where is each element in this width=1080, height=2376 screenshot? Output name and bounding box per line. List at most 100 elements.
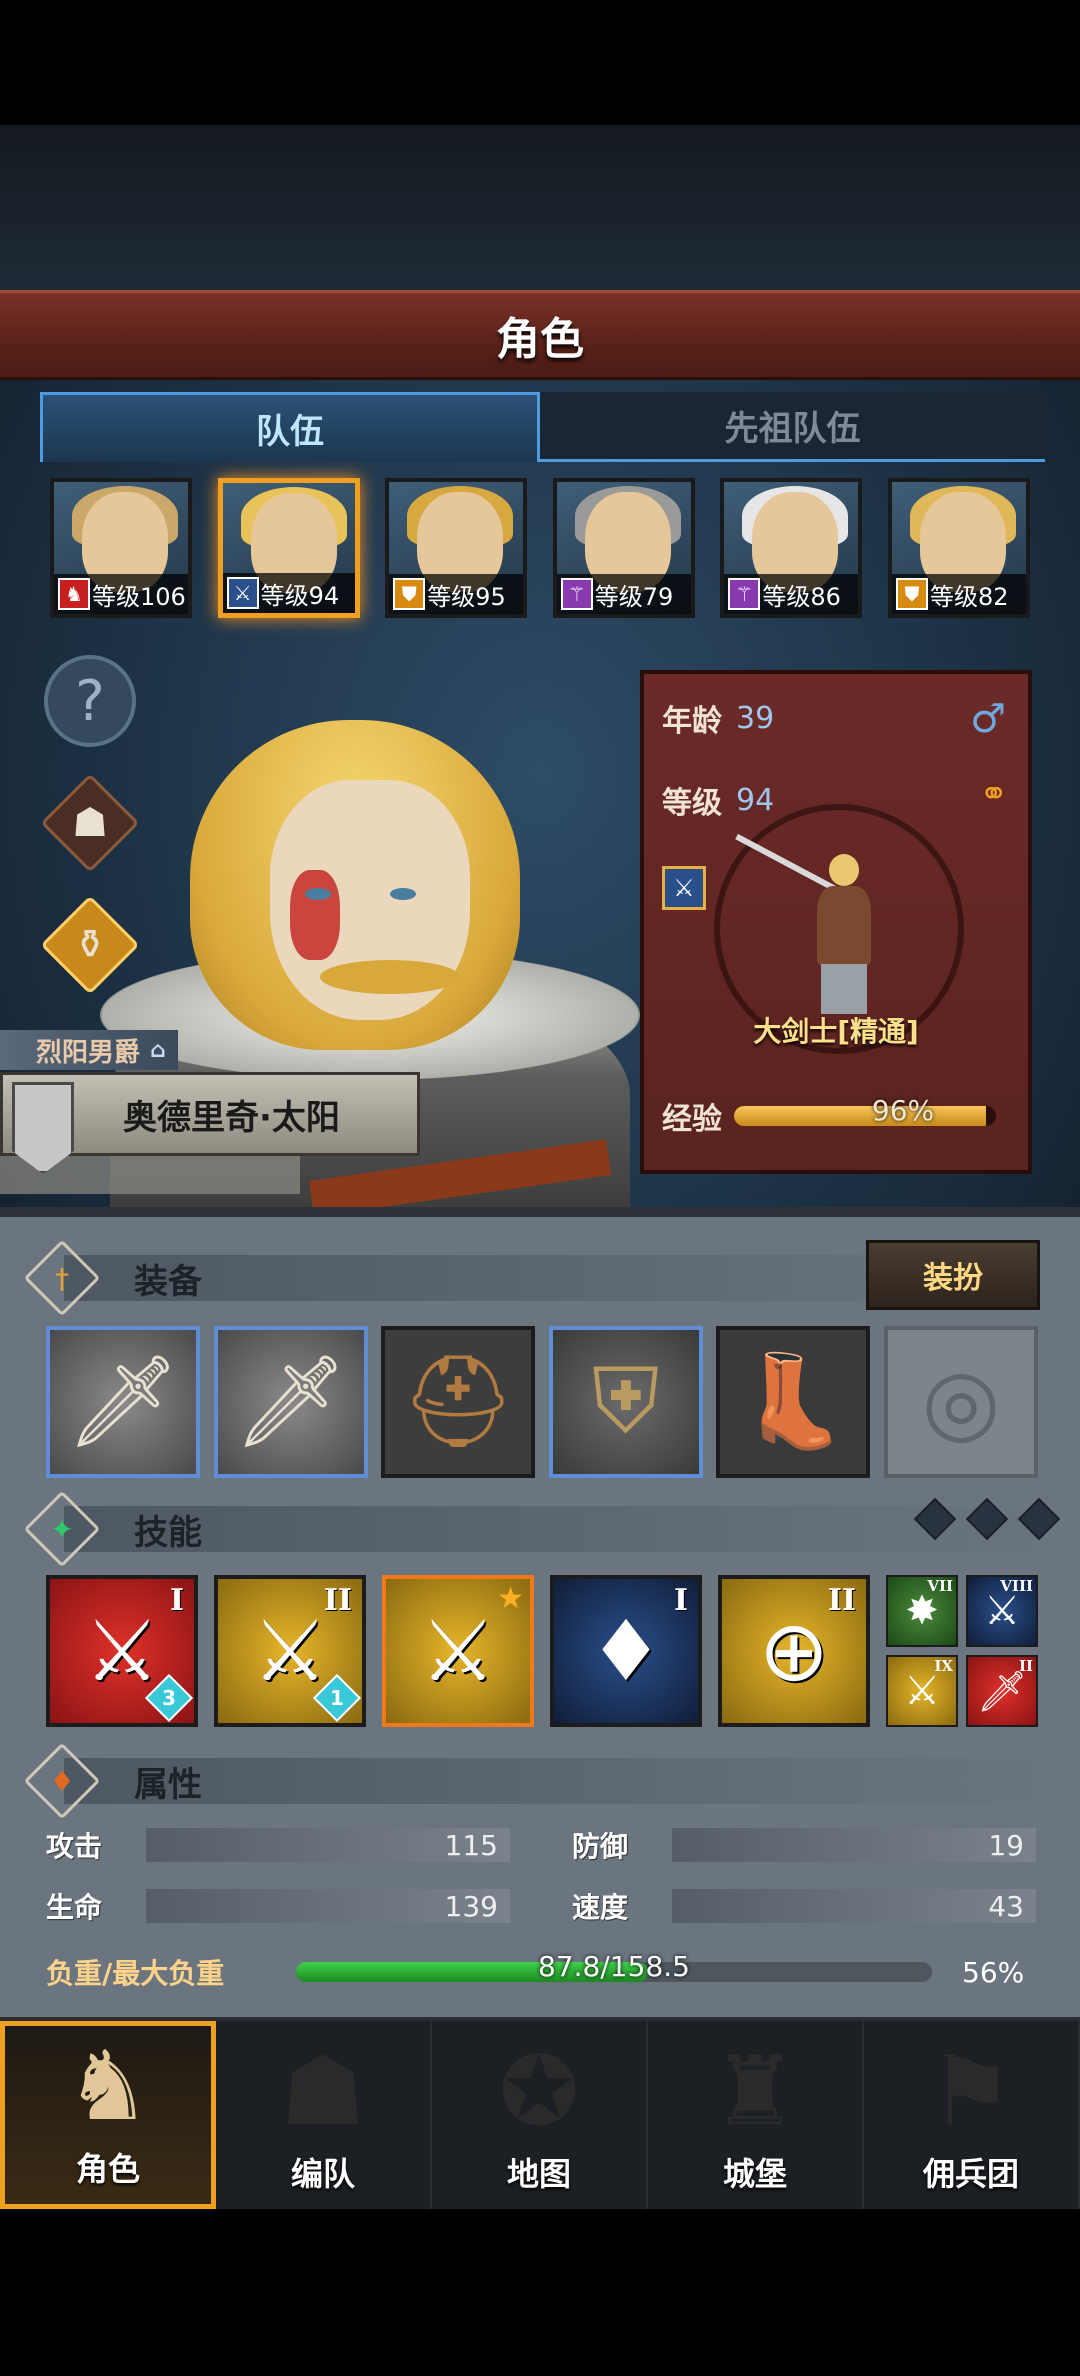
- skill-slot-dot: [965, 1497, 1009, 1541]
- nav-mercenary[interactable]: ⚑ 佣兵团: [864, 2021, 1080, 2209]
- equipment-slots: 🗡 🗡 ⛑ ⛨ 👢 ◎: [46, 1326, 1038, 1478]
- castle-icon: ♜: [711, 2035, 799, 2147]
- staff-icon: ⚚: [728, 578, 761, 610]
- skill-4[interactable]: ♦ I: [550, 1575, 702, 1727]
- level-value: 94: [736, 782, 775, 818]
- boots-slot[interactable]: 👢: [716, 1326, 871, 1478]
- hero-eye-left: [305, 888, 331, 900]
- party-portraits: ♞ 等级106 ⚔ 等级94 ⛊ 等级95 ⚚ 等级79 ⚚ 等级86 ⛊ 等级…: [50, 478, 1030, 618]
- stat-bar: 139: [146, 1889, 510, 1923]
- shield-star-icon: ⛊: [393, 578, 426, 610]
- nav-label: 地图: [506, 2155, 571, 2193]
- hero-warpaint: [290, 870, 340, 960]
- sword-star-icon: ⚔: [226, 577, 259, 609]
- target-strike-icon: ⊕: [758, 1602, 830, 1700]
- attributes-title: 属性: [134, 1764, 202, 1805]
- party-member-2[interactable]: ⚔ 等级94: [217, 478, 360, 618]
- passive-skill-2[interactable]: ⚔ VIII: [966, 1575, 1038, 1647]
- passive-skill-3[interactable]: ⚔ IX: [886, 1655, 958, 1727]
- skill-rank: IX: [934, 1657, 953, 1675]
- tab-team[interactable]: 队伍: [40, 392, 540, 462]
- crossed-swords-icon: ⚔: [252, 1602, 328, 1700]
- party-member-1[interactable]: ♞ 等级106: [50, 478, 192, 618]
- attack-value: 115: [444, 1828, 498, 1862]
- attributes-header: ♦ 属性: [30, 1746, 1050, 1816]
- nav-map[interactable]: ✪ 地图: [432, 2021, 648, 2209]
- age-row: 年龄 39: [662, 696, 774, 740]
- boots-icon: 👢: [737, 1349, 850, 1454]
- top-black-bar: [0, 0, 1080, 125]
- greatsword-icon: 🗡: [65, 1349, 181, 1454]
- gem-count: 1: [330, 1686, 344, 1710]
- level-badge: ⛊ 等级82: [891, 574, 1026, 614]
- age-value: 39: [736, 700, 775, 736]
- skill-rank: II: [827, 1583, 856, 1618]
- tab-ancestor-team[interactable]: 先祖队伍: [540, 392, 1045, 462]
- defense-value: 19: [988, 1828, 1024, 1862]
- hp-stat: 生命 139: [46, 1886, 510, 1926]
- helmet-icon: ⛑: [401, 1349, 516, 1454]
- skill-2[interactable]: ⚔ II 1: [214, 1575, 366, 1727]
- star-icon: ★: [497, 1581, 524, 1616]
- hero-mustache: [320, 960, 460, 994]
- skill-5[interactable]: ⊕ II: [718, 1575, 870, 1727]
- armor-icon: ⛨: [592, 1349, 660, 1454]
- hp-label: 生命: [46, 1891, 103, 1924]
- helmet-slot[interactable]: ⛑: [381, 1326, 536, 1478]
- party-member-5[interactable]: ⚚ 等级86: [720, 478, 863, 618]
- weapon-slot-1[interactable]: 🗡: [46, 1326, 200, 1478]
- party-member-4[interactable]: ⚚ 等级79: [552, 478, 695, 618]
- party-member-6[interactable]: ⛊ 等级82: [887, 478, 1030, 618]
- banner-ship-icon: ⚑: [927, 2035, 1015, 2147]
- hero-title: 烈阳男爵: [36, 1037, 141, 1068]
- class-name: 大剑士[精通]: [753, 1015, 919, 1048]
- level-badge: ♞ 等级106: [54, 574, 188, 614]
- party-member-3[interactable]: ⛊ 等级95: [385, 478, 528, 618]
- screen-title-banner: 角色: [0, 290, 1080, 380]
- wedding-rings-icon[interactable]: ⚭: [980, 774, 1009, 814]
- level-badge: ⛊ 等级95: [389, 574, 524, 614]
- sword-aura-icon: ⚔: [420, 1602, 496, 1700]
- skill-1[interactable]: ⚔ I 3: [46, 1575, 198, 1727]
- staff-icon: ⚚: [560, 578, 593, 610]
- level-text: 等级86: [762, 582, 841, 611]
- attack-label: 攻击: [46, 1830, 103, 1863]
- nav-castle[interactable]: ♜ 城堡: [648, 2021, 864, 2209]
- nav-character[interactable]: ♞ 角色: [0, 2021, 216, 2209]
- level-row: 等级 94: [662, 778, 774, 822]
- crystal-sword-icon: ♦: [588, 1602, 664, 1700]
- speed-value: 43: [988, 1889, 1024, 1923]
- nav-formation[interactable]: ☗ 编队: [216, 2021, 432, 2209]
- skill-rank: VII: [927, 1577, 953, 1595]
- team-tabs: 队伍 先祖队伍: [40, 392, 1045, 462]
- level-badge: ⚚ 等级79: [556, 574, 691, 614]
- male-icon: ♂: [970, 696, 1006, 742]
- skill-rank: I: [673, 1583, 688, 1618]
- load-bar: 87.8/158.5: [296, 1950, 932, 1983]
- experience-row: 经验 96%: [662, 1094, 1016, 1138]
- level-text: 等级95: [427, 582, 506, 611]
- level-text: 等级106: [92, 582, 186, 611]
- skills-title: 技能: [134, 1512, 202, 1553]
- class-figure: [735, 824, 889, 1024]
- skill-slot-dot: [913, 1497, 957, 1541]
- passive-skill-4[interactable]: 🗡 II: [966, 1655, 1038, 1727]
- load-percent: 56%: [962, 1955, 1025, 1989]
- dress-up-button[interactable]: 装扮: [866, 1240, 1040, 1310]
- sword-star-icon[interactable]: ⚔: [662, 866, 706, 910]
- skill-3[interactable]: ⚔ ★: [382, 1575, 534, 1727]
- armor-slot[interactable]: ⛨: [548, 1326, 703, 1478]
- attack-stat: 攻击 115: [46, 1825, 510, 1865]
- hero-name: 奥德里奇·太阳: [123, 1097, 340, 1138]
- house-icon: ⌂: [150, 1037, 166, 1063]
- speed-stat: 速度 43: [572, 1886, 1036, 1926]
- speed-label: 速度: [572, 1891, 629, 1924]
- defense-stat: 防御 19: [572, 1825, 1036, 1865]
- nav-label: 城堡: [722, 2155, 787, 2193]
- passive-skill-1[interactable]: ✸ VII: [886, 1575, 958, 1647]
- nav-label: 佣兵团: [922, 2155, 1019, 2193]
- experience-label: 经验: [662, 1102, 722, 1137]
- ring-slot[interactable]: ◎: [883, 1326, 1038, 1478]
- weapon-slot-2[interactable]: 🗡: [213, 1326, 368, 1478]
- flame-icon: ♦: [30, 1749, 94, 1813]
